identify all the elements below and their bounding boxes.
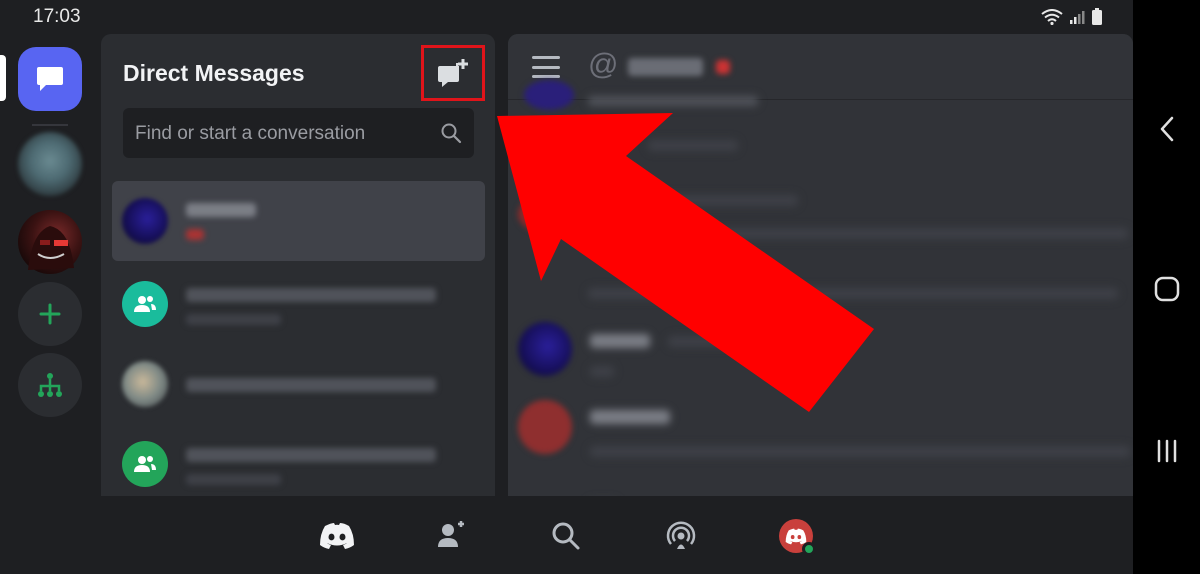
chat-bubble-icon	[37, 67, 63, 91]
server-icon[interactable]	[18, 210, 82, 274]
search-icon	[552, 522, 580, 550]
chat-plus-icon	[438, 59, 468, 87]
server-icon[interactable]	[18, 132, 82, 196]
group-icon	[134, 456, 156, 472]
battery-icon	[1092, 8, 1102, 25]
friends-icon	[438, 521, 464, 547]
avatar	[779, 519, 816, 556]
nav-friends-button[interactable]	[432, 516, 472, 556]
avatar	[122, 198, 168, 244]
at-icon: @	[588, 48, 619, 81]
rounded-square-icon	[1154, 276, 1180, 302]
nav-profile-button[interactable]	[776, 516, 816, 556]
dm-list-item[interactable]	[112, 344, 485, 424]
search-input[interactable]: Find or start a conversation	[123, 108, 474, 158]
dm-panel: Direct Messages Find or start a conversa…	[101, 34, 495, 504]
nav-home-button[interactable]	[317, 516, 357, 556]
discord-logo-icon	[320, 523, 354, 549]
back-button[interactable]	[1148, 110, 1186, 148]
hub-icon	[38, 373, 62, 397]
avatar	[122, 441, 168, 487]
avatar	[122, 281, 168, 327]
status-time: 17:03	[33, 6, 81, 27]
group-icon	[134, 296, 156, 312]
rail-separator	[32, 124, 68, 126]
three-bars-icon	[1157, 439, 1177, 463]
add-server-button[interactable]	[18, 282, 82, 346]
broadcast-icon	[666, 521, 696, 549]
nav-notifications-button[interactable]	[661, 516, 701, 556]
plus-icon	[39, 303, 61, 325]
dm-list-item[interactable]	[112, 264, 485, 344]
direct-messages-button[interactable]	[18, 47, 82, 111]
chat-messages	[508, 80, 1133, 504]
hamburger-icon[interactable]	[532, 56, 560, 78]
avatar	[122, 361, 168, 407]
server-avatar-art	[28, 226, 74, 270]
recents-button[interactable]	[1148, 432, 1186, 470]
wifi-icon	[1041, 9, 1063, 25]
chat-panel: @	[508, 34, 1133, 504]
new-dm-button[interactable]	[421, 45, 485, 101]
discord-logo-icon	[785, 528, 807, 544]
app-screen: 17:03 Direct Messages Find or start a co…	[0, 0, 1133, 574]
chevron-left-icon	[1160, 116, 1174, 142]
bottom-navigation	[0, 496, 1133, 574]
dm-list-item[interactable]	[112, 181, 485, 261]
search-placeholder: Find or start a conversation	[135, 123, 366, 144]
home-button[interactable]	[1148, 270, 1186, 308]
signal-icon	[1070, 11, 1085, 24]
dm-list-item[interactable]	[112, 424, 485, 504]
page-title: Direct Messages	[123, 60, 305, 86]
online-status-dot	[802, 542, 816, 556]
selected-indicator	[0, 55, 6, 101]
chat-header: @	[508, 34, 1133, 100]
nav-search-button[interactable]	[546, 516, 586, 556]
explore-servers-button[interactable]	[18, 353, 82, 417]
search-icon	[440, 122, 462, 149]
status-icons	[1041, 8, 1103, 26]
